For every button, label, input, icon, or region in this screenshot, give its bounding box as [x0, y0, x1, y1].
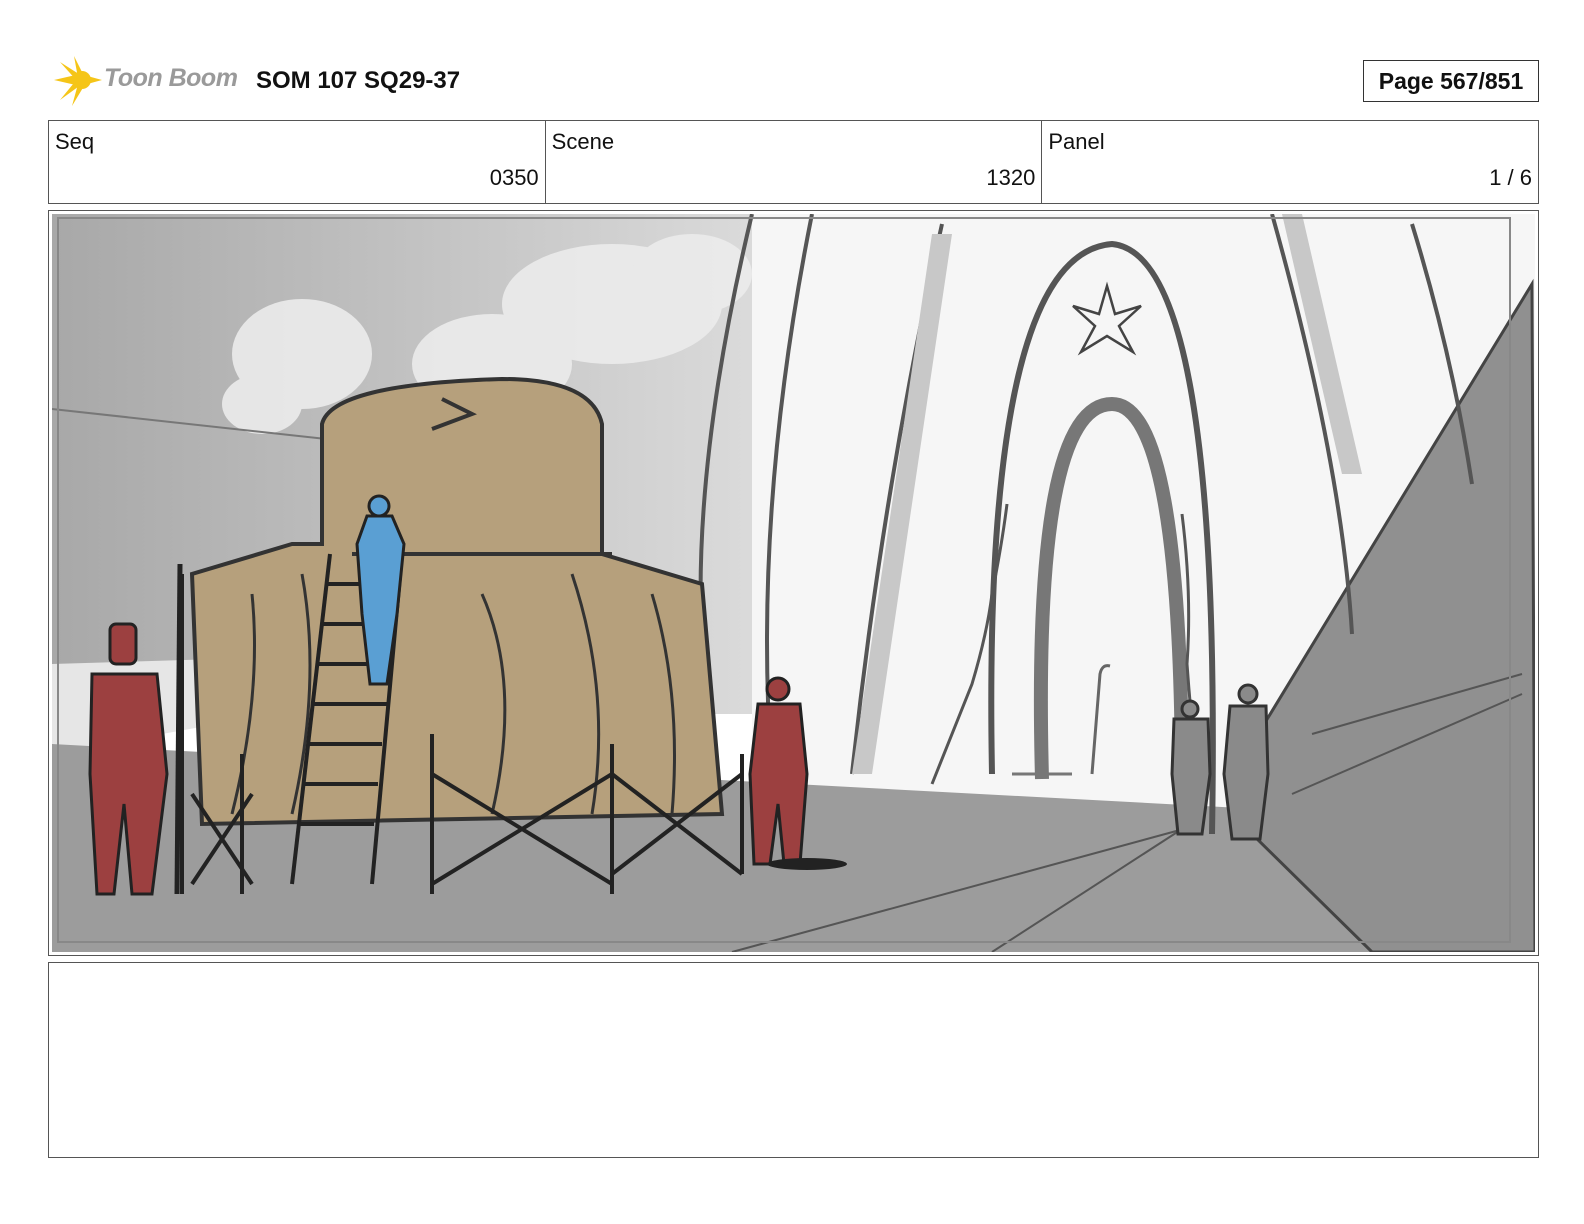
seq-value: 0350	[489, 165, 539, 190]
scene-value: 1320	[986, 165, 1036, 190]
toon-boom-logo: Toon Boom	[50, 54, 240, 108]
guard-spear	[174, 563, 183, 895]
document-title: SOM 107 SQ29-37	[256, 67, 461, 94]
panel-value: 1 / 6	[1489, 165, 1533, 190]
logo-text: Toon Boom	[104, 64, 238, 92]
starburst-icon	[54, 56, 102, 106]
seq-cell: Seq 0350	[49, 121, 546, 203]
storyboard-sketch-image	[52, 214, 1535, 952]
scene-cell: Scene 1320	[546, 121, 1043, 203]
panel-label: Panel	[1048, 129, 1105, 154]
storyboard-panel	[48, 210, 1539, 956]
panel-cell: Panel 1 / 6	[1042, 121, 1538, 203]
panel-notes-box	[48, 962, 1539, 1158]
seq-label: Seq	[55, 129, 95, 154]
panel-info-row: Seq 0350 Scene 1320 Panel 1 / 6	[48, 120, 1539, 204]
page-indicator: Page 567/851	[1363, 60, 1539, 102]
scene-label: Scene	[551, 129, 615, 154]
